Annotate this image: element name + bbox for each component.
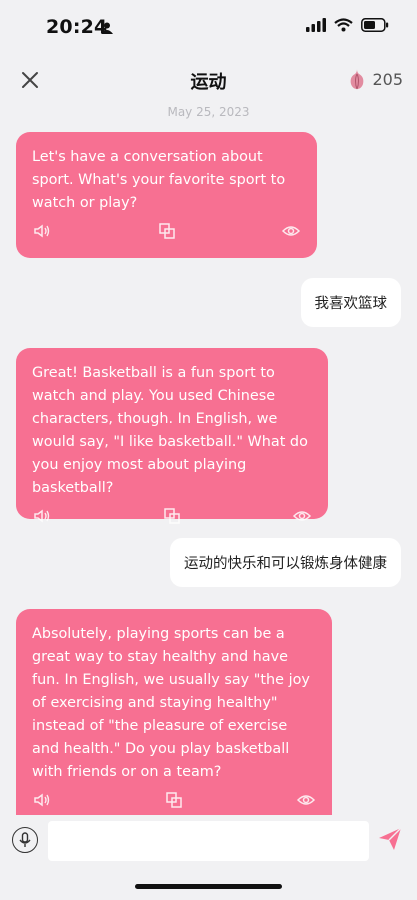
- assistant-message: Great! Basketball is a fun sport to watc…: [16, 348, 328, 524]
- message-text: Let's have a conversation about sport. W…: [32, 149, 286, 211]
- composer: [0, 815, 417, 871]
- user-message: 运动的快乐和可以锻炼身体健康: [170, 538, 401, 587]
- translate-icon[interactable]: [162, 506, 182, 526]
- home-indicator: [135, 884, 282, 889]
- signal-icon: [306, 18, 326, 32]
- eye-icon[interactable]: [281, 221, 301, 241]
- chat-list[interactable]: Let's have a conversation about sport. W…: [0, 132, 417, 822]
- person-icon: [101, 22, 113, 34]
- translate-icon[interactable]: [164, 790, 184, 810]
- status-bar: 20:24: [0, 0, 417, 56]
- message-text: Absolutely, playing sports can be a grea…: [32, 626, 310, 780]
- message-actions: [32, 221, 301, 241]
- message-text: Great! Basketball is a fun sport to watc…: [32, 365, 308, 496]
- send-icon[interactable]: [376, 825, 404, 853]
- status-icons: [306, 18, 389, 32]
- message-input[interactable]: [48, 821, 369, 861]
- assistant-message: Let's have a conversation about sport. W…: [16, 132, 317, 258]
- assistant-message: Absolutely, playing sports can be a grea…: [16, 609, 332, 822]
- speaker-icon[interactable]: [32, 506, 52, 526]
- translate-icon[interactable]: [157, 221, 177, 241]
- message-actions: [32, 506, 312, 526]
- user-message: 我喜欢篮球: [300, 278, 401, 327]
- mic-button[interactable]: [12, 827, 38, 853]
- credits-counter[interactable]: 205: [348, 68, 403, 90]
- navbar: 运动 205: [0, 60, 417, 100]
- eye-icon[interactable]: [292, 506, 312, 526]
- eye-icon[interactable]: [296, 790, 316, 810]
- message-actions: [32, 790, 316, 810]
- battery-icon: [361, 18, 389, 32]
- wifi-icon: [334, 18, 353, 32]
- speaker-icon[interactable]: [32, 221, 52, 241]
- status-time: 20:24: [46, 16, 108, 38]
- mic-icon: [19, 832, 31, 847]
- onion-icon: [351, 69, 364, 90]
- speaker-icon[interactable]: [32, 790, 52, 810]
- chat-date: May 25, 2023: [167, 105, 250, 119]
- credits-value: 205: [372, 69, 403, 89]
